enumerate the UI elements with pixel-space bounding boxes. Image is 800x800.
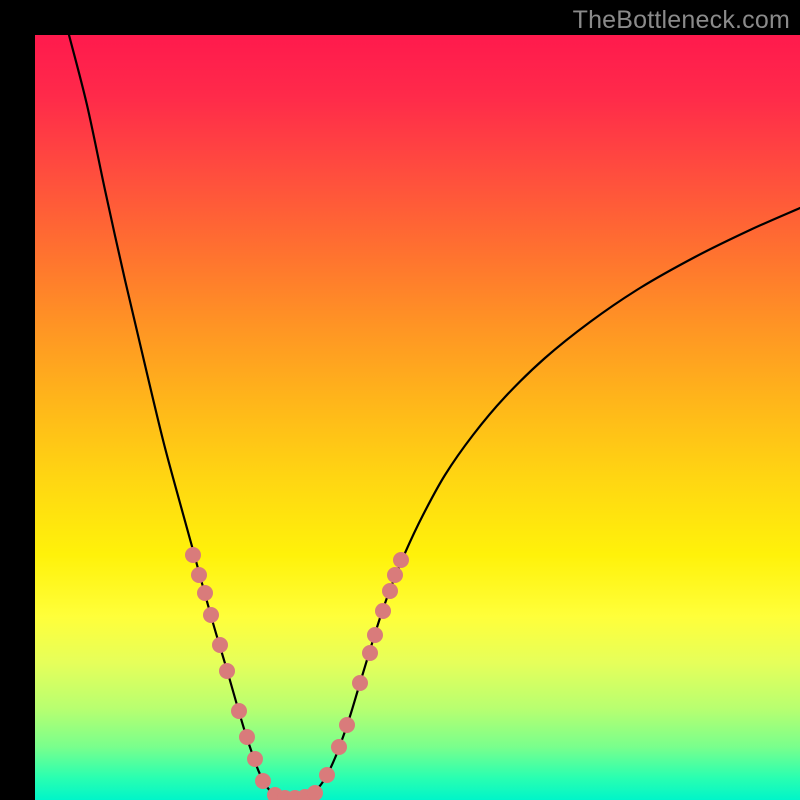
data-marker xyxy=(382,583,398,599)
data-marker xyxy=(197,585,213,601)
data-marker xyxy=(307,785,323,800)
data-marker xyxy=(247,751,263,767)
watermark-text: TheBottleneck.com xyxy=(573,6,790,35)
data-marker xyxy=(339,717,355,733)
bottleneck-curve xyxy=(69,35,800,798)
data-marker xyxy=(367,627,383,643)
chart-svg xyxy=(35,35,800,800)
data-marker xyxy=(219,663,235,679)
data-marker xyxy=(393,552,409,568)
plot-area xyxy=(35,35,800,800)
data-marker xyxy=(362,645,378,661)
data-marker xyxy=(352,675,368,691)
data-marker xyxy=(185,547,201,563)
data-marker xyxy=(231,703,247,719)
data-marker xyxy=(255,773,271,789)
data-marker xyxy=(239,729,255,745)
data-marker xyxy=(387,567,403,583)
data-marker xyxy=(319,767,335,783)
data-marker xyxy=(331,739,347,755)
data-marker xyxy=(191,567,207,583)
data-marker xyxy=(375,603,391,619)
data-markers xyxy=(185,547,409,800)
data-marker xyxy=(203,607,219,623)
chart-frame: TheBottleneck.com xyxy=(0,0,800,800)
data-marker xyxy=(212,637,228,653)
